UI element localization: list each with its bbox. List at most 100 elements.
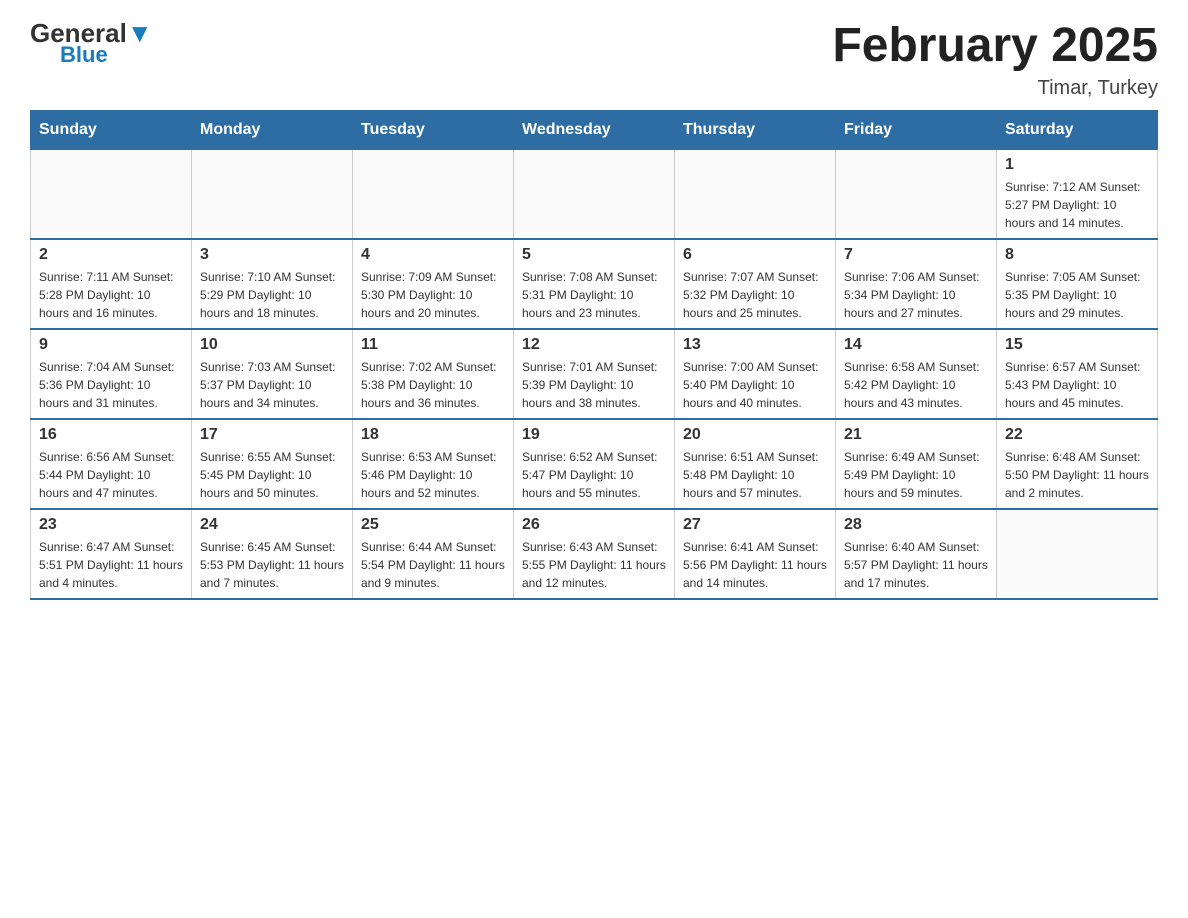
- calendar-cell: [31, 149, 192, 239]
- day-number: 16: [39, 426, 183, 444]
- calendar-cell: 13 Sunrise: 7:00 AM Sunset: 5:40 PM Dayli…: [675, 329, 836, 419]
- calendar-week-row: 9 Sunrise: 7:04 AM Sunset: 5:36 PM Daylig…: [31, 329, 1158, 419]
- calendar-cell: 28 Sunrise: 6:40 AM Sunset: 5:57 PM Dayli…: [836, 509, 997, 599]
- day-info: Sunrise: 6:57 AM Sunset: 5:43 PM Dayligh…: [1005, 358, 1149, 412]
- day-number: 1: [1005, 156, 1149, 174]
- col-header-sunday: Sunday: [31, 110, 192, 149]
- day-number: 27: [683, 516, 827, 534]
- calendar-cell: [514, 149, 675, 239]
- day-number: 14: [844, 336, 988, 354]
- day-number: 2: [39, 246, 183, 264]
- day-number: 21: [844, 426, 988, 444]
- day-info: Sunrise: 7:03 AM Sunset: 5:37 PM Dayligh…: [200, 358, 344, 412]
- day-info: Sunrise: 7:09 AM Sunset: 5:30 PM Dayligh…: [361, 268, 505, 322]
- calendar-cell: 2 Sunrise: 7:11 AM Sunset: 5:28 PM Daylig…: [31, 239, 192, 329]
- calendar-week-row: 1 Sunrise: 7:12 AM Sunset: 5:27 PM Daylig…: [31, 149, 1158, 239]
- day-info: Sunrise: 6:53 AM Sunset: 5:46 PM Dayligh…: [361, 448, 505, 502]
- calendar-cell: [353, 149, 514, 239]
- day-info: Sunrise: 6:45 AM Sunset: 5:53 PM Dayligh…: [200, 538, 344, 592]
- day-info: Sunrise: 6:51 AM Sunset: 5:48 PM Dayligh…: [683, 448, 827, 502]
- day-info: Sunrise: 7:11 AM Sunset: 5:28 PM Dayligh…: [39, 268, 183, 322]
- day-info: Sunrise: 7:05 AM Sunset: 5:35 PM Dayligh…: [1005, 268, 1149, 322]
- day-info: Sunrise: 6:44 AM Sunset: 5:54 PM Dayligh…: [361, 538, 505, 592]
- calendar-cell: 16 Sunrise: 6:56 AM Sunset: 5:44 PM Dayli…: [31, 419, 192, 509]
- day-info: Sunrise: 7:02 AM Sunset: 5:38 PM Dayligh…: [361, 358, 505, 412]
- day-info: Sunrise: 7:00 AM Sunset: 5:40 PM Dayligh…: [683, 358, 827, 412]
- location-subtitle: Timar, Turkey: [832, 77, 1158, 100]
- calendar-cell: 6 Sunrise: 7:07 AM Sunset: 5:32 PM Daylig…: [675, 239, 836, 329]
- day-number: 25: [361, 516, 505, 534]
- day-number: 19: [522, 426, 666, 444]
- calendar-cell: 20 Sunrise: 6:51 AM Sunset: 5:48 PM Dayli…: [675, 419, 836, 509]
- col-header-wednesday: Wednesday: [514, 110, 675, 149]
- day-number: 6: [683, 246, 827, 264]
- logo-triangle-icon: ▼: [127, 18, 153, 48]
- day-info: Sunrise: 6:56 AM Sunset: 5:44 PM Dayligh…: [39, 448, 183, 502]
- day-number: 28: [844, 516, 988, 534]
- day-info: Sunrise: 7:04 AM Sunset: 5:36 PM Dayligh…: [39, 358, 183, 412]
- calendar-cell: 10Sunrise: 7:03 AM Sunset: 5:37 PM Dayli…: [192, 329, 353, 419]
- calendar-body: 1 Sunrise: 7:12 AM Sunset: 5:27 PM Daylig…: [31, 149, 1158, 599]
- day-info: Sunrise: 6:41 AM Sunset: 5:56 PM Dayligh…: [683, 538, 827, 592]
- calendar-cell: 11 Sunrise: 7:02 AM Sunset: 5:38 PM Dayli…: [353, 329, 514, 419]
- calendar-cell: 23Sunrise: 6:47 AM Sunset: 5:51 PM Dayli…: [31, 509, 192, 599]
- day-number: 4: [361, 246, 505, 264]
- calendar-cell: 26 Sunrise: 6:43 AM Sunset: 5:55 PM Dayli…: [514, 509, 675, 599]
- main-title: February 2025: [832, 20, 1158, 73]
- calendar-cell: 19 Sunrise: 6:52 AM Sunset: 5:47 PM Dayli…: [514, 419, 675, 509]
- calendar-cell: 8Sunrise: 7:05 AM Sunset: 5:35 PM Daylig…: [997, 239, 1158, 329]
- day-info: Sunrise: 6:55 AM Sunset: 5:45 PM Dayligh…: [200, 448, 344, 502]
- day-number: 12: [522, 336, 666, 354]
- calendar-cell: 5Sunrise: 7:08 AM Sunset: 5:31 PM Daylig…: [514, 239, 675, 329]
- title-block: February 2025 Timar, Turkey: [832, 20, 1158, 100]
- calendar-cell: 27 Sunrise: 6:41 AM Sunset: 5:56 PM Dayli…: [675, 509, 836, 599]
- day-number: 11: [361, 336, 505, 354]
- calendar-cell: [192, 149, 353, 239]
- day-info: Sunrise: 7:07 AM Sunset: 5:32 PM Dayligh…: [683, 268, 827, 322]
- calendar-cell: 1 Sunrise: 7:12 AM Sunset: 5:27 PM Daylig…: [997, 149, 1158, 239]
- logo: General▼ Blue: [30, 20, 153, 66]
- calendar-cell: 22 Sunrise: 6:48 AM Sunset: 5:50 PM Dayli…: [997, 419, 1158, 509]
- calendar-cell: 3Sunrise: 7:10 AM Sunset: 5:29 PM Daylig…: [192, 239, 353, 329]
- calendar-week-row: 2 Sunrise: 7:11 AM Sunset: 5:28 PM Daylig…: [31, 239, 1158, 329]
- day-info: Sunrise: 7:01 AM Sunset: 5:39 PM Dayligh…: [522, 358, 666, 412]
- col-header-saturday: Saturday: [997, 110, 1158, 149]
- days-header-row: SundayMondayTuesdayWednesdayThursdayFrid…: [31, 110, 1158, 149]
- day-number: 18: [361, 426, 505, 444]
- calendar-header: SundayMondayTuesdayWednesdayThursdayFrid…: [31, 110, 1158, 149]
- day-number: 26: [522, 516, 666, 534]
- logo-blue-text: Blue: [60, 44, 108, 66]
- day-info: Sunrise: 7:08 AM Sunset: 5:31 PM Dayligh…: [522, 268, 666, 322]
- day-number: 13: [683, 336, 827, 354]
- calendar-cell: 17Sunrise: 6:55 AM Sunset: 5:45 PM Dayli…: [192, 419, 353, 509]
- day-info: Sunrise: 7:12 AM Sunset: 5:27 PM Dayligh…: [1005, 178, 1149, 232]
- calendar-table: SundayMondayTuesdayWednesdayThursdayFrid…: [30, 110, 1158, 600]
- day-number: 9: [39, 336, 183, 354]
- col-header-friday: Friday: [836, 110, 997, 149]
- day-info: Sunrise: 6:49 AM Sunset: 5:49 PM Dayligh…: [844, 448, 988, 502]
- calendar-cell: 4 Sunrise: 7:09 AM Sunset: 5:30 PM Daylig…: [353, 239, 514, 329]
- calendar-cell: 7Sunrise: 7:06 AM Sunset: 5:34 PM Daylig…: [836, 239, 997, 329]
- day-info: Sunrise: 6:43 AM Sunset: 5:55 PM Dayligh…: [522, 538, 666, 592]
- calendar-cell: 24 Sunrise: 6:45 AM Sunset: 5:53 PM Dayli…: [192, 509, 353, 599]
- day-number: 20: [683, 426, 827, 444]
- col-header-tuesday: Tuesday: [353, 110, 514, 149]
- day-info: Sunrise: 6:48 AM Sunset: 5:50 PM Dayligh…: [1005, 448, 1149, 502]
- calendar-cell: [836, 149, 997, 239]
- calendar-cell: 12 Sunrise: 7:01 AM Sunset: 5:39 PM Dayli…: [514, 329, 675, 419]
- calendar-cell: 9 Sunrise: 7:04 AM Sunset: 5:36 PM Daylig…: [31, 329, 192, 419]
- day-number: 24: [200, 516, 344, 534]
- day-info: Sunrise: 6:52 AM Sunset: 5:47 PM Dayligh…: [522, 448, 666, 502]
- day-number: 22: [1005, 426, 1149, 444]
- page-header: General▼ Blue February 2025 Timar, Turke…: [30, 20, 1158, 100]
- day-info: Sunrise: 6:47 AM Sunset: 5:51 PM Dayligh…: [39, 538, 183, 592]
- calendar-cell: 15 Sunrise: 6:57 AM Sunset: 5:43 PM Dayli…: [997, 329, 1158, 419]
- day-info: Sunrise: 6:40 AM Sunset: 5:57 PM Dayligh…: [844, 538, 988, 592]
- day-number: 15: [1005, 336, 1149, 354]
- calendar-cell: 25 Sunrise: 6:44 AM Sunset: 5:54 PM Dayli…: [353, 509, 514, 599]
- calendar-week-row: 23Sunrise: 6:47 AM Sunset: 5:51 PM Dayli…: [31, 509, 1158, 599]
- calendar-cell: [997, 509, 1158, 599]
- day-info: Sunrise: 7:10 AM Sunset: 5:29 PM Dayligh…: [200, 268, 344, 322]
- day-info: Sunrise: 7:06 AM Sunset: 5:34 PM Dayligh…: [844, 268, 988, 322]
- calendar-cell: 21 Sunrise: 6:49 AM Sunset: 5:49 PM Dayli…: [836, 419, 997, 509]
